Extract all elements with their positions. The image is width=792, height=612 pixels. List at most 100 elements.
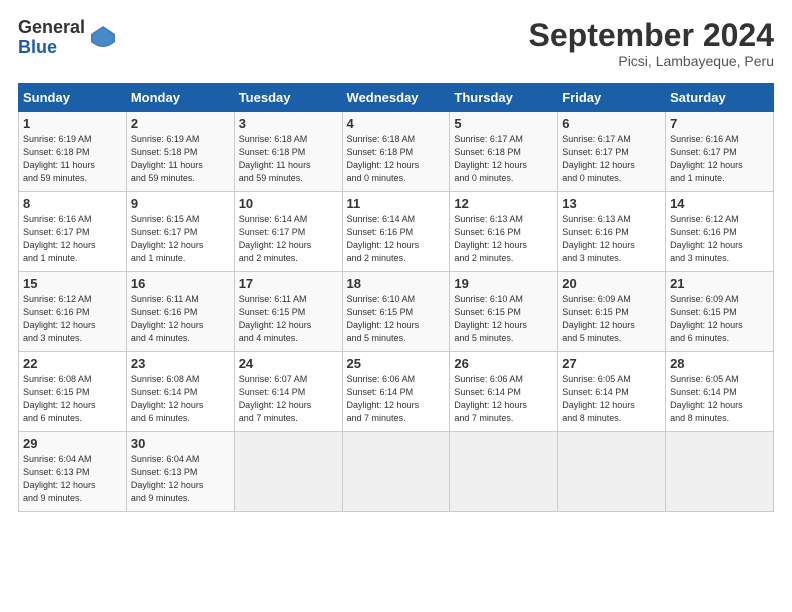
day-info: Sunrise: 6:18 AM Sunset: 6:18 PM Dayligh… [347, 133, 446, 185]
col-monday: Monday [126, 84, 234, 112]
day-info: Sunrise: 6:04 AM Sunset: 6:13 PM Dayligh… [23, 453, 122, 505]
subtitle: Picsi, Lambayeque, Peru [529, 53, 774, 69]
day-number: 19 [454, 276, 553, 291]
col-friday: Friday [558, 84, 666, 112]
day-info: Sunrise: 6:19 AM Sunset: 6:18 PM Dayligh… [23, 133, 122, 185]
calendar-body: 1 Sunrise: 6:19 AM Sunset: 6:18 PM Daylig… [19, 112, 774, 512]
table-row: 26 Sunrise: 6:06 AM Sunset: 6:14 PM Dayli… [450, 352, 558, 432]
table-row: 11 Sunrise: 6:14 AM Sunset: 6:16 PM Dayli… [342, 192, 450, 272]
table-row [666, 432, 774, 512]
day-info: Sunrise: 6:10 AM Sunset: 6:15 PM Dayligh… [454, 293, 553, 345]
day-info: Sunrise: 6:14 AM Sunset: 6:16 PM Dayligh… [347, 213, 446, 265]
table-row: 6 Sunrise: 6:17 AM Sunset: 6:17 PM Daylig… [558, 112, 666, 192]
day-number: 27 [562, 356, 661, 371]
day-info: Sunrise: 6:04 AM Sunset: 6:13 PM Dayligh… [131, 453, 230, 505]
table-row: 7Sunrise: 6:16 AM Sunset: 6:17 PM Daylig… [666, 112, 774, 192]
table-row: 5 Sunrise: 6:17 AM Sunset: 6:18 PM Daylig… [450, 112, 558, 192]
col-tuesday: Tuesday [234, 84, 342, 112]
table-row: 30 Sunrise: 6:04 AM Sunset: 6:13 PM Dayli… [126, 432, 234, 512]
table-row: 12 Sunrise: 6:13 AM Sunset: 6:16 PM Dayli… [450, 192, 558, 272]
day-number: 22 [23, 356, 122, 371]
day-info: Sunrise: 6:05 AM Sunset: 6:14 PM Dayligh… [562, 373, 661, 425]
calendar-week-row: 1 Sunrise: 6:19 AM Sunset: 6:18 PM Daylig… [19, 112, 774, 192]
day-info: Sunrise: 6:12 AM Sunset: 6:16 PM Dayligh… [670, 213, 769, 265]
day-info: Sunrise: 6:08 AM Sunset: 6:14 PM Dayligh… [131, 373, 230, 425]
day-number: 3 [239, 116, 338, 131]
day-number: 1 [23, 116, 122, 131]
col-thursday: Thursday [450, 84, 558, 112]
table-row: 16 Sunrise: 6:11 AM Sunset: 6:16 PM Dayli… [126, 272, 234, 352]
table-row: 22Sunrise: 6:08 AM Sunset: 6:15 PM Dayli… [19, 352, 127, 432]
day-number: 26 [454, 356, 553, 371]
calendar-table: Sunday Monday Tuesday Wednesday Thursday… [18, 83, 774, 512]
day-info: Sunrise: 6:17 AM Sunset: 6:17 PM Dayligh… [562, 133, 661, 185]
table-row: 2Sunrise: 6:19 AM Sunset: 5:18 PM Daylig… [126, 112, 234, 192]
table-row: 3Sunrise: 6:18 AM Sunset: 6:18 PM Daylig… [234, 112, 342, 192]
col-saturday: Saturday [666, 84, 774, 112]
day-number: 28 [670, 356, 769, 371]
day-info: Sunrise: 6:19 AM Sunset: 5:18 PM Dayligh… [131, 133, 230, 185]
day-info: Sunrise: 6:09 AM Sunset: 6:15 PM Dayligh… [562, 293, 661, 345]
col-sunday: Sunday [19, 84, 127, 112]
day-info: Sunrise: 6:11 AM Sunset: 6:16 PM Dayligh… [131, 293, 230, 345]
day-info: Sunrise: 6:17 AM Sunset: 6:18 PM Dayligh… [454, 133, 553, 185]
day-number: 24 [239, 356, 338, 371]
table-row: 17Sunrise: 6:11 AM Sunset: 6:15 PM Dayli… [234, 272, 342, 352]
table-row [450, 432, 558, 512]
page-header: General Blue September 2024 Picsi, Lamba… [18, 18, 774, 69]
table-row: 28Sunrise: 6:05 AM Sunset: 6:14 PM Dayli… [666, 352, 774, 432]
day-number: 18 [347, 276, 446, 291]
col-wednesday: Wednesday [342, 84, 450, 112]
table-row [234, 432, 342, 512]
day-info: Sunrise: 6:06 AM Sunset: 6:14 PM Dayligh… [454, 373, 553, 425]
day-info: Sunrise: 6:10 AM Sunset: 6:15 PM Dayligh… [347, 293, 446, 345]
calendar-header-row: Sunday Monday Tuesday Wednesday Thursday… [19, 84, 774, 112]
table-row: 23 Sunrise: 6:08 AM Sunset: 6:14 PM Dayli… [126, 352, 234, 432]
table-row [558, 432, 666, 512]
day-info: Sunrise: 6:12 AM Sunset: 6:16 PM Dayligh… [23, 293, 122, 345]
table-row: 25Sunrise: 6:06 AM Sunset: 6:14 PM Dayli… [342, 352, 450, 432]
day-number: 12 [454, 196, 553, 211]
day-number: 15 [23, 276, 122, 291]
calendar-week-row: 22Sunrise: 6:08 AM Sunset: 6:15 PM Dayli… [19, 352, 774, 432]
day-number: 10 [239, 196, 338, 211]
day-number: 6 [562, 116, 661, 131]
day-number: 29 [23, 436, 122, 451]
table-row: 10 Sunrise: 6:14 AM Sunset: 6:17 PM Dayli… [234, 192, 342, 272]
day-info: Sunrise: 6:13 AM Sunset: 6:16 PM Dayligh… [562, 213, 661, 265]
day-number: 23 [131, 356, 230, 371]
logo-icon [89, 24, 117, 52]
day-info: Sunrise: 6:13 AM Sunset: 6:16 PM Dayligh… [454, 213, 553, 265]
day-number: 13 [562, 196, 661, 211]
day-info: Sunrise: 6:06 AM Sunset: 6:14 PM Dayligh… [347, 373, 446, 425]
day-number: 8 [23, 196, 122, 211]
day-info: Sunrise: 6:07 AM Sunset: 6:14 PM Dayligh… [239, 373, 338, 425]
page-container: General Blue September 2024 Picsi, Lamba… [0, 0, 792, 522]
calendar-week-row: 8 Sunrise: 6:16 AM Sunset: 6:17 PM Daylig… [19, 192, 774, 272]
table-row: 27 Sunrise: 6:05 AM Sunset: 6:14 PM Dayli… [558, 352, 666, 432]
day-number: 16 [131, 276, 230, 291]
day-info: Sunrise: 6:15 AM Sunset: 6:17 PM Dayligh… [131, 213, 230, 265]
table-row: 19 Sunrise: 6:10 AM Sunset: 6:15 PM Dayli… [450, 272, 558, 352]
logo-blue-text: Blue [18, 38, 85, 58]
table-row: 8 Sunrise: 6:16 AM Sunset: 6:17 PM Daylig… [19, 192, 127, 272]
day-number: 21 [670, 276, 769, 291]
day-number: 5 [454, 116, 553, 131]
day-number: 30 [131, 436, 230, 451]
day-number: 9 [131, 196, 230, 211]
table-row: 24 Sunrise: 6:07 AM Sunset: 6:14 PM Dayli… [234, 352, 342, 432]
day-number: 14 [670, 196, 769, 211]
table-row: 13 Sunrise: 6:13 AM Sunset: 6:16 PM Dayli… [558, 192, 666, 272]
day-info: Sunrise: 6:14 AM Sunset: 6:17 PM Dayligh… [239, 213, 338, 265]
table-row: 29 Sunrise: 6:04 AM Sunset: 6:13 PM Dayli… [19, 432, 127, 512]
table-row: 4Sunrise: 6:18 AM Sunset: 6:18 PM Daylig… [342, 112, 450, 192]
table-row [342, 432, 450, 512]
table-row: 1 Sunrise: 6:19 AM Sunset: 6:18 PM Daylig… [19, 112, 127, 192]
table-row: 15 Sunrise: 6:12 AM Sunset: 6:16 PM Dayli… [19, 272, 127, 352]
title-block: September 2024 Picsi, Lambayeque, Peru [529, 18, 774, 69]
month-title: September 2024 [529, 18, 774, 53]
table-row: 21Sunrise: 6:09 AM Sunset: 6:15 PM Dayli… [666, 272, 774, 352]
day-number: 11 [347, 196, 446, 211]
day-info: Sunrise: 6:16 AM Sunset: 6:17 PM Dayligh… [23, 213, 122, 265]
day-number: 20 [562, 276, 661, 291]
